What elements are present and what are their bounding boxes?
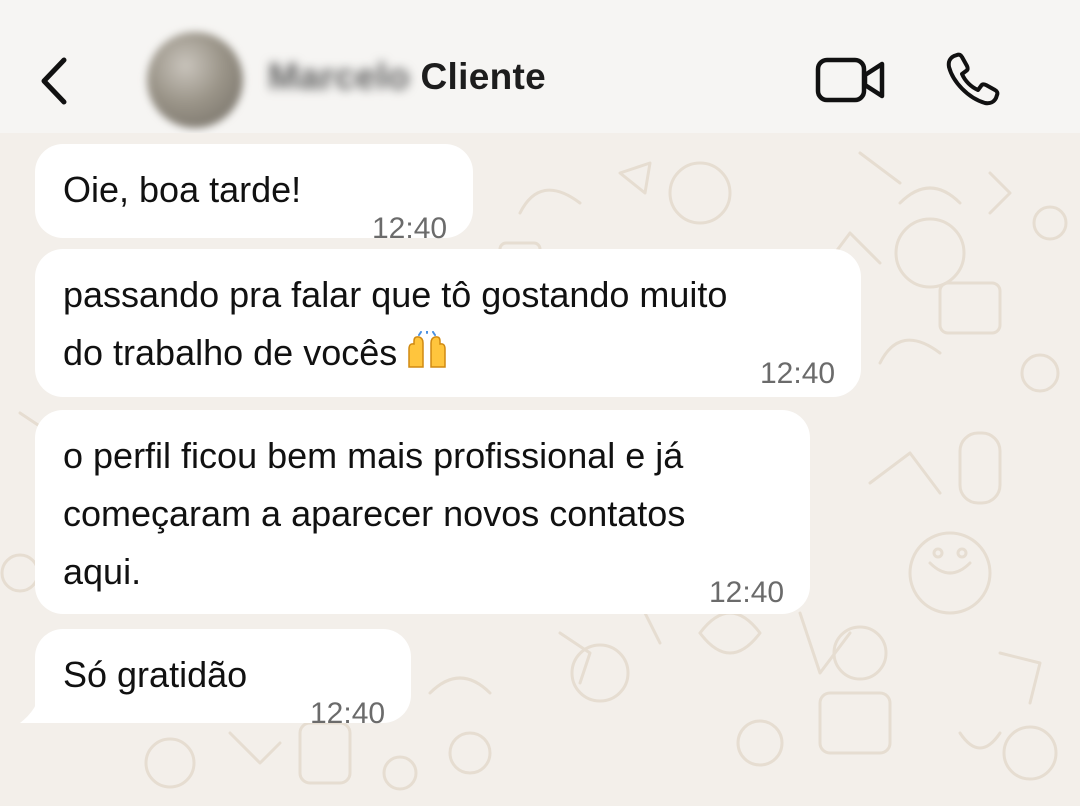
message-timestamp: 12:40 [310, 697, 386, 730]
message-line: o perfil ficou bem mais profissional e j… [63, 435, 684, 476]
phone-icon [946, 52, 1000, 106]
chevron-left-icon [41, 57, 67, 105]
contact-name-visible: Cliente [420, 56, 546, 97]
back-button[interactable] [30, 48, 80, 114]
voice-call-button[interactable] [940, 46, 1006, 112]
video-call-button[interactable] [812, 52, 890, 108]
contact-name-blurred: Marcelo [268, 56, 410, 97]
raising-hands-emoji [408, 331, 446, 369]
message-bubble[interactable]: passando pra falar que tô gostando muito… [35, 249, 861, 397]
video-camera-icon [815, 57, 885, 103]
message-bubble[interactable]: Oie, boa tarde! 12:40 [35, 144, 473, 245]
message-text: passando pra falar que tô gostando muito… [63, 266, 727, 382]
message-line: do trabalho de vocês [63, 332, 398, 373]
message-text: Só gratidão [63, 654, 248, 695]
message-text: o perfil ficou bem mais profissional e j… [63, 427, 685, 601]
contact-name[interactable]: Marcelo Cliente [268, 56, 546, 98]
avatar[interactable] [147, 32, 243, 128]
message-line: passando pra falar que tô gostando muito [63, 274, 728, 315]
message-line: aqui. [63, 551, 142, 592]
message-line: começaram a aparecer novos contatos [63, 493, 686, 534]
message-text: Oie, boa tarde! [63, 169, 302, 210]
message-bubble[interactable]: Só gratidão 12:40 [35, 629, 411, 730]
chat-area[interactable]: Oie, boa tarde! 12:40 passando pra falar… [0, 133, 1080, 806]
message-timestamp: 12:40 [709, 576, 785, 609]
message-timestamp: 12:40 [760, 357, 836, 390]
chat-header: Marcelo Cliente [0, 0, 1080, 133]
message-bubble[interactable]: o perfil ficou bem mais profissional e j… [35, 410, 810, 614]
